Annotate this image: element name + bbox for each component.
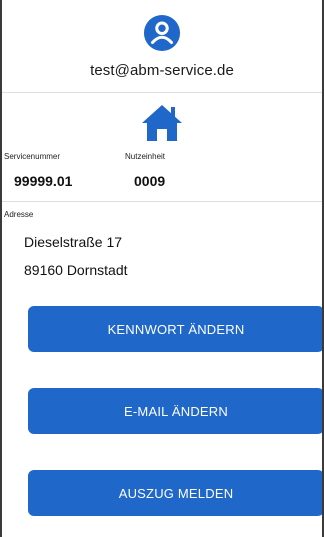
address-label: Adresse [4, 210, 34, 219]
unit-label: Nutzeinheit [125, 152, 166, 161]
home-icon [142, 105, 182, 141]
property-info: Servicenummer Nutzeinheit 99999.01 0009 [2, 93, 322, 202]
change-password-button[interactable]: KENNWORT ÄNDERN [28, 306, 322, 352]
profile-screen: test@abm-service.de Servicenummer Nutzei… [2, 0, 322, 537]
address-street: Dieselstraße 17 [24, 234, 123, 250]
service-number-label: Servicenummer [4, 152, 61, 161]
profile-header: test@abm-service.de [2, 0, 322, 93]
service-number-value: 99999.01 [14, 173, 73, 189]
user-email: test@abm-service.de [90, 62, 234, 79]
user-circle-icon [143, 14, 181, 52]
address-city: 89160 Dornstadt [24, 262, 128, 278]
unit-value: 0009 [134, 173, 166, 189]
address-info: Adresse Dieselstraße 17 89160 Dornstadt [2, 202, 322, 290]
change-email-button[interactable]: E-MAIL ÄNDERN [28, 388, 322, 434]
report-moveout-button[interactable]: AUSZUG MELDEN [28, 470, 322, 516]
